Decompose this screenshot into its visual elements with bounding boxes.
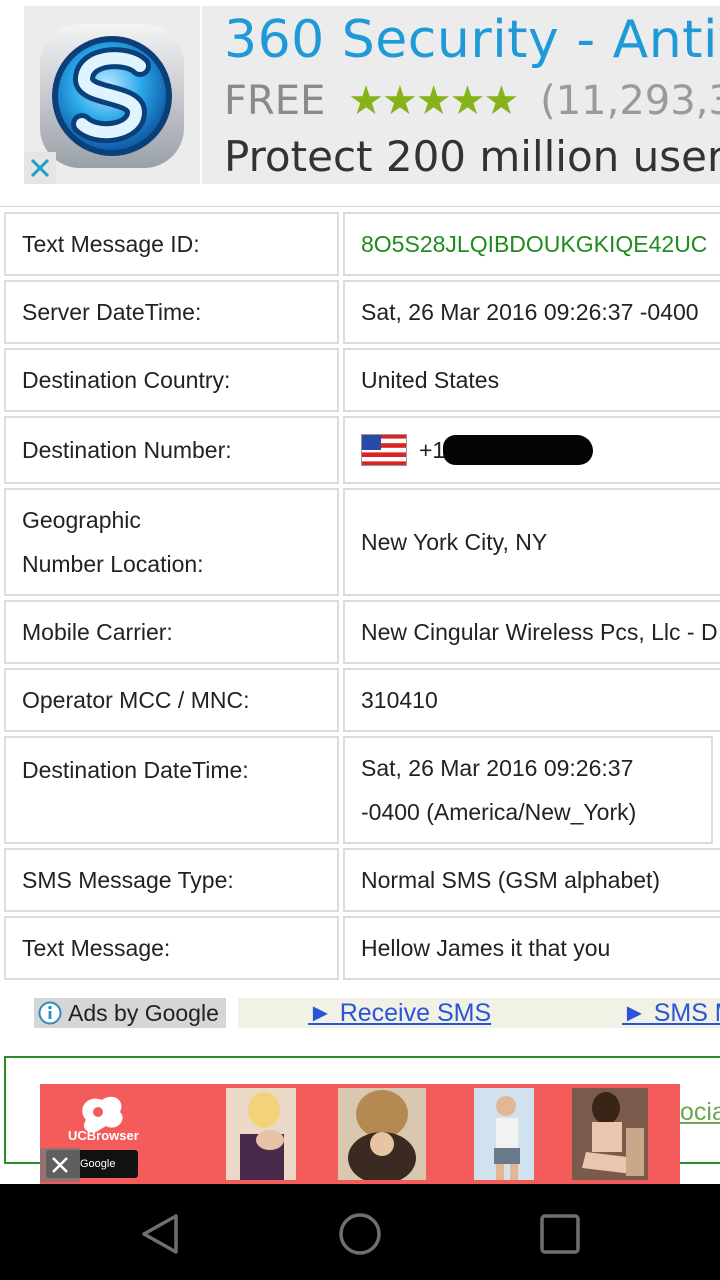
table-row: Geographic Number Location: New York Cit… [0, 488, 720, 596]
text-message-value: Hellow James it that you [343, 916, 720, 980]
row-label: Mobile Carrier: [4, 600, 339, 664]
destination-datetime-value: Sat, 26 Mar 2016 09:26:37 -0400 (America… [343, 736, 713, 844]
ad-links-strip: ► Receive SMS ► SMS M [238, 998, 720, 1028]
top-ad-banner[interactable]: 360 Security - Antivirus FREE ★★★★★ (11,… [24, 6, 720, 184]
us-flag-icon [361, 434, 407, 466]
server-datetime-value: Sat, 26 Mar 2016 09:26:37 -0400 [343, 280, 720, 344]
android-navigation-bar [0, 1184, 720, 1280]
ad-close-button[interactable] [24, 152, 56, 184]
ad-thumbnail-2 [338, 1088, 426, 1180]
row-label: Text Message: [4, 916, 339, 980]
sms-ad-link[interactable]: ► SMS M [622, 998, 720, 1028]
recents-icon[interactable] [536, 1210, 584, 1258]
back-icon[interactable] [136, 1210, 184, 1258]
partial-link[interactable]: ocia [680, 1098, 720, 1127]
table-row: Server DateTime: Sat, 26 Mar 2016 09:26:… [0, 280, 720, 344]
row-label: Destination Country: [4, 348, 339, 412]
uc-brand-label: UCBrowser [68, 1128, 139, 1143]
table-row: Destination Country: United States [0, 348, 720, 412]
row-label: Destination DateTime: [4, 736, 339, 844]
ad-text-area[interactable]: 360 Security - Antivirus FREE ★★★★★ (11,… [200, 6, 720, 184]
redaction-mark [443, 435, 594, 465]
table-row: Text Message: Hellow James it that you [0, 916, 720, 980]
row-label: Operator MCC / MNC: [4, 668, 339, 732]
table-row: SMS Message Type: Normal SMS (GSM alphab… [0, 848, 720, 912]
ad-review-count: (11,293,373) [540, 78, 720, 124]
mcc-mnc-value: 310410 [343, 668, 720, 732]
close-icon [30, 158, 50, 178]
app-logo-icon [40, 24, 184, 168]
table-row: Text Message ID: 8O5S28JLQIBDOUKGKIQE42U… [0, 212, 720, 276]
mobile-carrier-value: New Cingular Wireless Pcs, Llc - D [343, 600, 720, 664]
row-label: Server DateTime: [4, 280, 339, 344]
home-icon[interactable] [336, 1210, 384, 1258]
table-row: Mobile Carrier: New Cingular Wireless Pc… [0, 600, 720, 664]
ad-thumbnail-1 [226, 1088, 296, 1180]
ad-app-title[interactable]: 360 Security - Antivirus [224, 10, 720, 70]
destination-number-value: +1 [419, 437, 446, 463]
ads-badge-label: Ads by Google [68, 999, 219, 1026]
ad-price-row: FREE ★★★★★ (11,293,373) [224, 78, 720, 124]
sms-type-value: Normal SMS (GSM alphabet) [343, 848, 720, 912]
table-row: Operator MCC / MNC: 310410 [0, 668, 720, 732]
ad-tagline: Protect 200 million users worldwide [224, 132, 720, 181]
rating-stars: ★★★★★ [348, 78, 519, 124]
row-label: SMS Message Type: [4, 848, 339, 912]
row-label: Destination Number: [4, 416, 339, 484]
uc-browser-ad[interactable]: UCBrowser Google play [40, 1084, 680, 1184]
table-row: Destination Number: +1 [0, 416, 720, 484]
destination-number-cell: +1 [343, 416, 720, 484]
ad-thumbnail-4 [572, 1088, 648, 1180]
destination-country-value: United States [343, 348, 720, 412]
ads-by-google-badge[interactable]: Ads by Google [34, 998, 226, 1028]
close-icon [52, 1157, 68, 1173]
receive-sms-link[interactable]: ► Receive SMS [308, 998, 491, 1028]
row-label: Text Message ID: [4, 212, 339, 276]
bottom-ad-close-button[interactable] [40, 1148, 80, 1182]
divider [0, 206, 720, 207]
message-id-value: 8O5S28JLQIBDOUKGKIQE42UC [343, 212, 720, 276]
table-row: Destination DateTime: Sat, 26 Mar 2016 0… [0, 736, 720, 844]
geographic-location-value: New York City, NY [343, 488, 720, 596]
ad-price: FREE [224, 78, 326, 124]
ad-thumbnail-3 [474, 1088, 534, 1180]
info-icon [38, 1001, 62, 1025]
row-label: Geographic Number Location: [4, 488, 339, 596]
